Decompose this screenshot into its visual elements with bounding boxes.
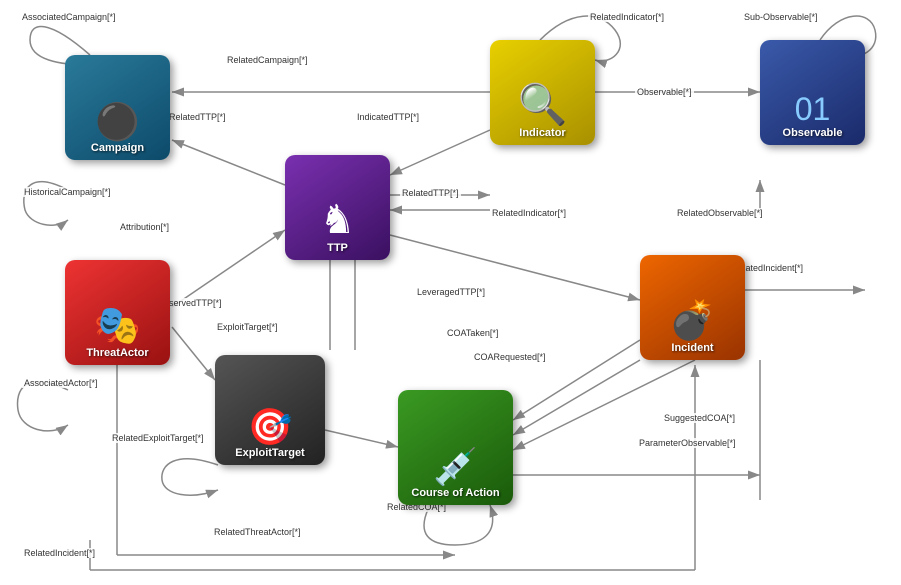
incident-label: Incident — [671, 342, 713, 354]
label-exploit-target: ExploitTarget[*] — [215, 322, 280, 332]
observable-icon: 01 — [795, 93, 831, 125]
threatactor-label: ThreatActor — [86, 347, 148, 359]
label-related-ttp-2: RelatedTTP[*] — [400, 188, 461, 198]
campaign-label: Campaign — [91, 142, 144, 154]
node-exploittarget[interactable]: 🎯 ExploitTarget — [215, 355, 325, 465]
label-related-incident-2: RelatedIncident[*] — [22, 548, 97, 558]
label-related-observable: RelatedObservable[*] — [675, 208, 765, 218]
diagram-container: AssociatedCampaign[*] RelatedCampaign[*]… — [0, 0, 901, 585]
label-attribution: Attribution[*] — [118, 222, 171, 232]
node-courseofaction[interactable]: 💉 Course of Action — [398, 390, 513, 505]
courseofaction-icon: 💉 — [433, 449, 478, 485]
indicator-icon: 🔍 — [518, 85, 568, 125]
node-campaign[interactable]: ⚫ Campaign — [65, 55, 170, 160]
node-ttp[interactable]: ♞ TTP — [285, 155, 390, 260]
label-suggested-coa: SuggestedCOA[*] — [662, 413, 737, 423]
label-sub-observable: Sub-Observable[*] — [742, 12, 820, 22]
label-related-indicator-1: RelatedIndicator[*] — [588, 12, 666, 22]
node-indicator[interactable]: 🔍 Indicator — [490, 40, 595, 145]
label-related-threat-actor: RelatedThreatActor[*] — [212, 527, 303, 537]
label-related-exploit-target: RelatedExploitTarget[*] — [110, 433, 206, 443]
ttp-label: TTP — [327, 242, 348, 254]
label-observable: Observable[*] — [635, 87, 694, 97]
courseofaction-label: Course of Action — [411, 487, 499, 499]
label-coa-taken: COATaken[*] — [445, 328, 500, 338]
indicator-label: Indicator — [519, 127, 565, 139]
label-related-campaign: RelatedCampaign[*] — [225, 55, 310, 65]
node-threatactor[interactable]: 🎭 ThreatActor — [65, 260, 170, 365]
label-historical-campaign: HistoricalCampaign[*] — [22, 187, 113, 197]
node-observable[interactable]: 01 Observable — [760, 40, 865, 145]
label-coa-requested: COARequested[*] — [472, 352, 548, 362]
observable-label: Observable — [783, 127, 843, 139]
label-parameter-observable: ParameterObservable[*] — [637, 438, 738, 448]
label-indicated-ttp: IndicatedTTP[*] — [355, 112, 421, 122]
label-leveraged-ttp: LeveragedTTP[*] — [415, 287, 487, 297]
campaign-icon: ⚫ — [95, 104, 140, 140]
label-related-ttp-1: RelatedTTP[*] — [167, 112, 228, 122]
exploittarget-label: ExploitTarget — [235, 447, 304, 459]
exploittarget-icon: 🎯 — [248, 409, 293, 445]
label-associated-actor: AssociatedActor[*] — [22, 378, 100, 388]
incident-icon: 💣 — [669, 302, 716, 340]
label-related-indicator-2: RelatedIndicator[*] — [490, 208, 568, 218]
threatactor-icon: 🎭 — [94, 307, 141, 345]
node-incident[interactable]: 💣 Incident — [640, 255, 745, 360]
ttp-icon: ♞ — [320, 200, 356, 240]
label-assoc-campaign: AssociatedCampaign[*] — [20, 12, 118, 22]
